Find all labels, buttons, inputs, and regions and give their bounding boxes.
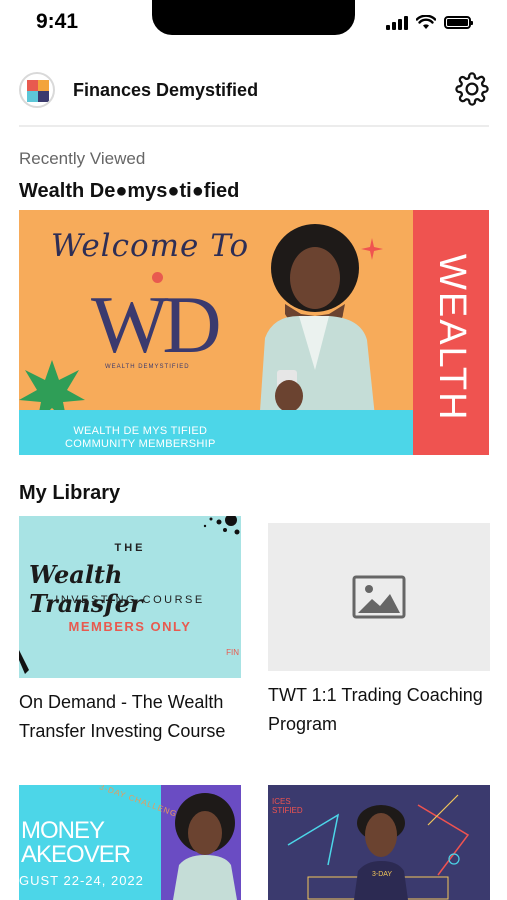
cellular-signal-icon	[386, 14, 408, 30]
status-icons	[386, 14, 473, 30]
money-makeover-headline: MONEY AKEOVER	[21, 817, 131, 868]
recently-viewed-title[interactable]: Wealth De●mys●ti●fied	[19, 180, 239, 203]
banner-monogram: WD	[91, 279, 222, 370]
banner-tagline: WEALTH DEMYSTIFIED	[105, 364, 190, 370]
thumb-brand-text: ICES STIFIED	[272, 797, 303, 815]
challenge-dates: GUST 22-24, 2022	[19, 873, 144, 888]
challenge-thumbnail[interactable]: ICES STIFIED 3-DAY	[268, 785, 490, 900]
recently-viewed-label: Recently Viewed	[19, 149, 146, 168]
status-bar: 9:41	[0, 0, 507, 50]
money-makeover-thumbnail[interactable]: 3-DAY CHALLENGE MONEY AKEOVER GUST 22-24…	[19, 785, 241, 900]
thumb-course-title: Wealth Transfer	[29, 560, 143, 618]
banner-side-text: WEALTH	[431, 254, 473, 422]
header-divider	[19, 125, 489, 127]
gear-icon[interactable]	[455, 72, 489, 106]
thumb-corner-text: FIN	[226, 648, 239, 657]
banner-band-line-1: WEALTH DE MYS TIFIED	[73, 425, 208, 437]
recently-viewed-banner[interactable]: Welcome To WD WEALTH DEMYSTIFIED WEALTH …	[19, 210, 489, 455]
my-library-title: My Library	[19, 482, 121, 504]
banner-band-line-2: COMMUNITY MEMBERSHIP	[65, 438, 216, 450]
monogram-dot	[152, 272, 163, 283]
device-notch	[152, 0, 355, 35]
banner-welcome-text: Welcome To	[51, 228, 250, 264]
members-only-badge: MEMBERS ONLY	[68, 619, 192, 634]
battery-icon	[444, 15, 473, 29]
course-thumbnail[interactable]: THE Wealth Transfer INVESTING COURSE MEM…	[19, 516, 241, 678]
thumb-the-text: THE	[114, 542, 146, 554]
banner-band-text: WEALTH DE MYS TIFIED COMMUNITY MEMBERSHI…	[65, 425, 216, 451]
image-placeholder-icon	[352, 575, 406, 619]
placeholder-thumbnail[interactable]	[268, 523, 490, 671]
thumb-course-subtitle: INVESTING COURSE	[55, 594, 205, 606]
library-card[interactable]: THE Wealth Transfer INVESTING COURSE MEM…	[19, 516, 241, 746]
app-title: Finances Demystified	[73, 79, 259, 100]
library-card-title[interactable]: TWT 1:1 Trading Coaching Program	[268, 681, 490, 739]
wifi-icon	[416, 14, 436, 29]
brand-line-2: STIFIED	[272, 806, 303, 815]
library-card-title[interactable]: On Demand - The Wealth Transfer Investin…	[19, 688, 241, 746]
thumb-person-image	[173, 793, 237, 900]
app-header: Finances Demystified	[19, 68, 489, 112]
brand-line-1: ICES	[272, 797, 291, 806]
status-time: 9:41	[36, 10, 79, 33]
headline-line-1: MONEY	[21, 817, 105, 844]
thumb-day-text: 3-DAY	[372, 871, 393, 878]
library-card[interactable]: TWT 1:1 Trading Coaching Program	[268, 516, 490, 739]
app-logo[interactable]	[19, 72, 55, 108]
headline-line-2: AKEOVER	[21, 841, 131, 868]
brush-stroke-decoration	[19, 650, 29, 674]
thumb-person-image	[354, 805, 408, 900]
